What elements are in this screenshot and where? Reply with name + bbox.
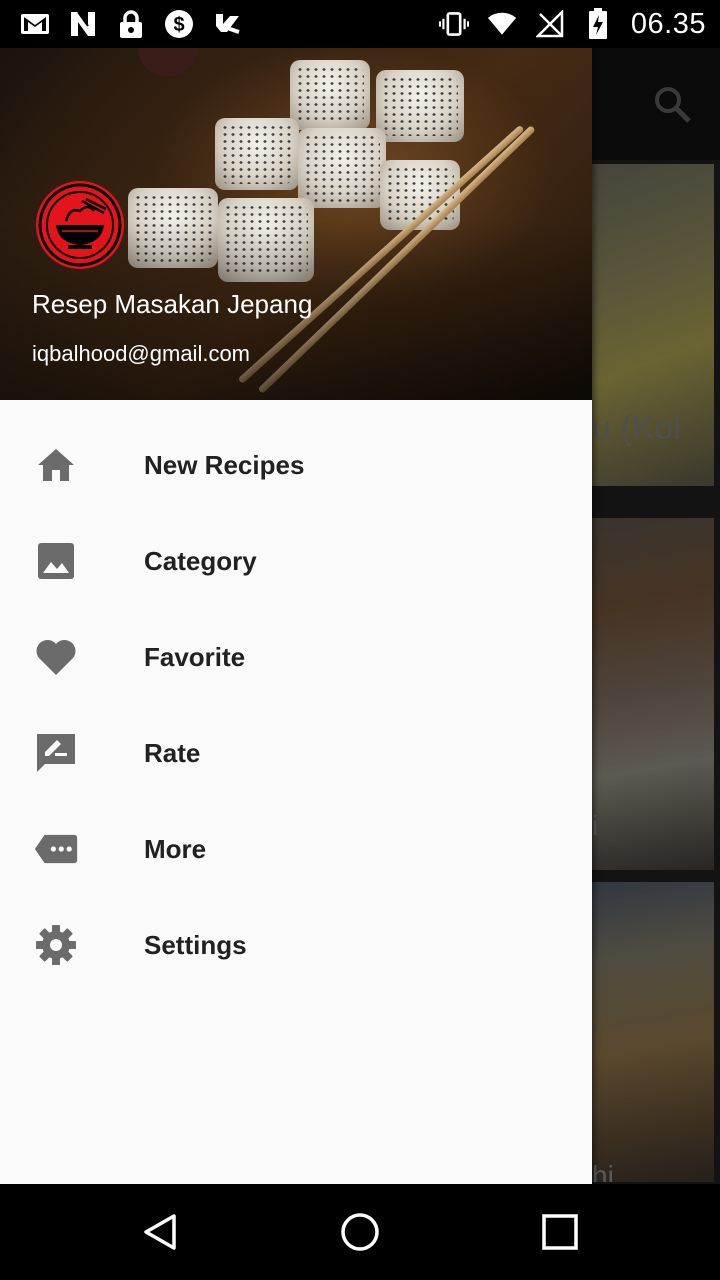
no-signal-icon bbox=[535, 9, 565, 39]
check-app-icon bbox=[212, 9, 242, 39]
dollar-icon: $ bbox=[164, 9, 194, 39]
image-icon bbox=[34, 539, 78, 583]
drawer-menu: New Recipes Category Favorite Rate More … bbox=[0, 400, 592, 993]
sauce-dish bbox=[138, 48, 198, 76]
menu-item-new-recipes[interactable]: New Recipes bbox=[0, 417, 592, 513]
lock-icon bbox=[116, 9, 146, 39]
menu-item-settings[interactable]: Settings bbox=[0, 897, 592, 993]
status-bar: $ 06.35 bbox=[0, 0, 720, 48]
sushi-piece bbox=[290, 60, 370, 130]
wifi-icon bbox=[487, 9, 517, 39]
home-icon bbox=[34, 443, 78, 487]
menu-item-rate[interactable]: Rate bbox=[0, 705, 592, 801]
menu-item-more[interactable]: More bbox=[0, 801, 592, 897]
menu-item-label: More bbox=[144, 833, 207, 864]
user-email: iqbalhood@gmail.com bbox=[32, 341, 251, 366]
drawer-header: Resep Masakan Jepang iqbalhood@gmail.com bbox=[0, 48, 592, 400]
gmail-icon bbox=[20, 9, 50, 39]
status-time: 06.35 bbox=[630, 7, 706, 40]
app-logo bbox=[36, 181, 124, 269]
screen: $ 06.35 u (Kol i hi Resep Masakan Jepang… bbox=[0, 0, 720, 1280]
app-name: Resep Masakan Jepang bbox=[32, 289, 313, 319]
n-app-icon bbox=[68, 9, 98, 39]
sushi-piece bbox=[376, 70, 464, 142]
menu-item-label: Settings bbox=[144, 929, 247, 960]
menu-item-label: Favorite bbox=[144, 641, 246, 672]
vibrate-icon bbox=[438, 9, 469, 39]
menu-item-label: Category bbox=[144, 545, 257, 576]
more-tag-icon bbox=[34, 827, 78, 871]
back-button[interactable] bbox=[140, 1212, 180, 1252]
system-nav-bar bbox=[0, 1184, 720, 1280]
menu-item-label: Rate bbox=[144, 737, 201, 768]
settings-icon bbox=[34, 923, 78, 967]
home-button[interactable] bbox=[340, 1212, 380, 1252]
sushi-piece bbox=[215, 118, 299, 190]
recents-button[interactable] bbox=[540, 1212, 580, 1252]
battery-charging-icon bbox=[583, 8, 613, 39]
menu-item-favorite[interactable]: Favorite bbox=[0, 609, 592, 705]
menu-item-category[interactable]: Category bbox=[0, 513, 592, 609]
status-left-icons: $ bbox=[20, 9, 242, 39]
navigation-drawer: Resep Masakan Jepang iqbalhood@gmail.com… bbox=[0, 48, 592, 1184]
menu-item-label: New Recipes bbox=[144, 449, 305, 480]
sushi-piece bbox=[298, 128, 386, 208]
heart-icon bbox=[34, 635, 78, 679]
rate-review-icon bbox=[34, 731, 78, 775]
status-right-icons: 06.35 bbox=[438, 7, 706, 41]
svg-text:$: $ bbox=[173, 14, 184, 36]
